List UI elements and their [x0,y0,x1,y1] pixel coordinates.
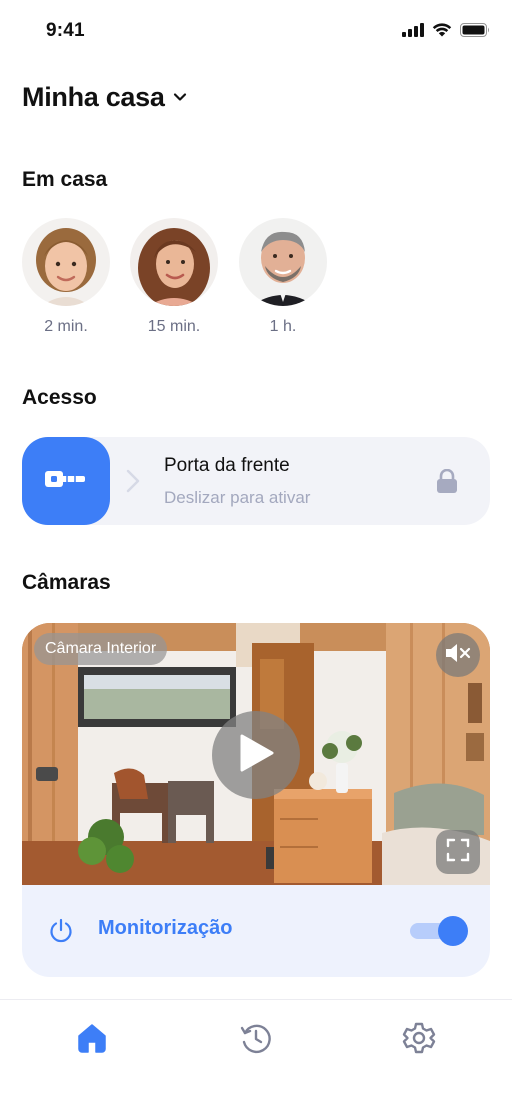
battery-icon [460,22,490,42]
play-button[interactable] [212,711,300,799]
camera-feed[interactable]: Câmara Interior [22,623,490,885]
door-name: Porta da frente [164,455,290,476]
monitoring-label: Monitorização [98,917,233,939]
settings-icon [402,1021,436,1060]
slide-handle[interactable] [22,437,110,525]
wifi-icon [432,22,452,42]
camera-name-label: Câmara Interior [34,633,168,665]
lock-icon [436,468,458,498]
tab-home[interactable] [72,1020,112,1060]
member-time: 2 min. [44,318,88,335]
signal-icon [402,22,424,42]
status-bar: 9:41 [0,0,512,60]
member-time: 1 h. [269,318,297,335]
slide-hint: Deslizar para ativar [164,488,311,507]
tab-settings[interactable] [399,1020,439,1060]
man-avatar [239,218,327,306]
status-icons [402,22,490,42]
member-item[interactable]: 2 min. [22,218,110,336]
chevron-down-icon [173,89,187,107]
member-item[interactable]: 1 h. [239,218,327,336]
status-time: 9:41 [46,20,85,41]
home-icon [76,1022,108,1059]
door-access-card[interactable]: Porta da frente Deslizar para ativar [22,437,490,525]
tab-history[interactable] [236,1020,276,1060]
play-icon [238,733,274,778]
chevron-right-icon [126,469,140,498]
camera-card: Câmara Interior Monitorização [22,623,490,977]
page-title: Minha casa [22,82,165,112]
fullscreen-icon [446,838,470,867]
toggle-thumb [438,916,468,946]
woman-avatar [130,218,218,306]
member-time: 15 min. [147,318,201,335]
monitoring-row: Monitorização [22,885,490,977]
key-icon [45,468,87,495]
home-selector[interactable]: Minha casa [22,82,187,113]
power-icon [48,918,74,949]
fullscreen-button[interactable] [436,830,480,874]
member-item[interactable]: 15 min. [130,218,218,336]
monitoring-toggle[interactable] [410,916,468,946]
tab-bar [0,999,512,1109]
section-title-access: Acesso [22,386,97,409]
mute-button[interactable] [436,633,480,677]
section-title-home: Em casa [22,168,108,191]
child-avatar [22,218,110,306]
history-icon [239,1021,273,1060]
mute-icon [445,642,471,669]
section-title-cameras: Câmaras [22,571,111,594]
